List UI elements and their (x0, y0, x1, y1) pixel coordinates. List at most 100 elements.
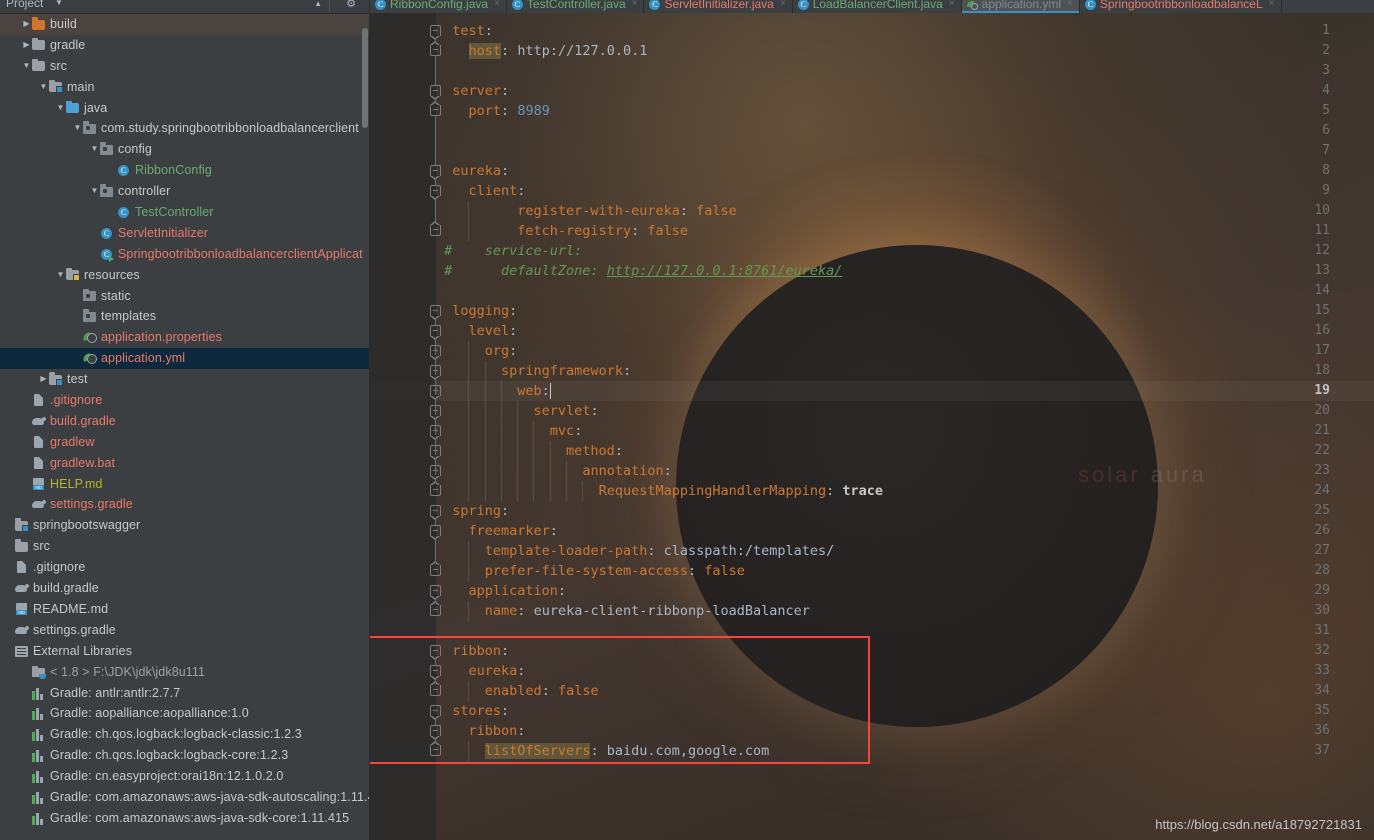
code-line[interactable]: test: (436, 21, 493, 41)
code-line[interactable]: spring: (436, 501, 509, 521)
editor-tab[interactable]: C SpringbootribbonloadbalanceL × (1080, 0, 1282, 13)
code-line[interactable]: springframework: (436, 361, 631, 381)
chevron-right-icon[interactable]: ▶ (21, 14, 32, 35)
chevron-down-icon[interactable]: ▼ (72, 118, 83, 139)
code-line[interactable]: method: (436, 441, 623, 461)
tree-item[interactable]: C TestController (0, 202, 370, 223)
tree-item[interactable]: Gradle: cn.easyproject:orai18n:12.1.0.2.… (0, 766, 370, 787)
editor-tab[interactable]: C ServletInitializer.java × (644, 0, 793, 13)
code-line[interactable]: level: (436, 321, 518, 341)
code-text[interactable]: test: host: http://127.0.0.1 server: por… (436, 13, 1374, 840)
chevron-down-icon[interactable]: ▼ (21, 56, 32, 77)
close-icon[interactable]: × (1269, 0, 1275, 9)
tree-item[interactable]: C ServletInitializer (0, 223, 370, 244)
tree-item[interactable]: src (0, 536, 370, 557)
tree-item[interactable]: Gradle: com.amazonaws:aws-java-sdk-core:… (0, 808, 370, 829)
editor-tab[interactable]: C LoadBalancerClient.java × (793, 0, 962, 13)
tree-item[interactable]: ▶ gradle (0, 35, 370, 56)
tree-item[interactable]: build.gradle (0, 578, 370, 599)
tree-item[interactable]: ▼ src (0, 56, 370, 77)
tree-item[interactable]: gradlew (0, 432, 370, 453)
code-line[interactable]: client: (436, 181, 526, 201)
project-tree[interactable]: ▶ build ▶ gradle ▼ src ▼ main ▼ java ▼ com.study.sp… (0, 14, 370, 840)
code-line[interactable]: ribbon: (436, 641, 509, 661)
chevron-down-icon[interactable]: ▼ (55, 0, 63, 7)
code-line[interactable]: name: eureka-client-ribbonp-loadBalancer (436, 601, 810, 621)
project-panel-scrollbar[interactable] (362, 28, 368, 128)
gear-icon[interactable]: ⚙ (346, 0, 356, 10)
tree-item[interactable]: .gitignore (0, 557, 370, 578)
close-icon[interactable]: × (494, 0, 500, 9)
tree-item[interactable]: build.gradle (0, 411, 370, 432)
code-line[interactable]: org: (436, 341, 518, 361)
tree-item[interactable]: Gradle: com.amazonaws:aws-java-sdk-autos… (0, 787, 370, 808)
tree-item[interactable]: ▶ test (0, 369, 370, 390)
tree-item[interactable]: Gradle: ch.qos.logback:logback-classic:1… (0, 724, 370, 745)
code-line[interactable]: annotation: (436, 461, 671, 481)
tree-item-selected[interactable]: application.yml (0, 348, 370, 370)
code-line[interactable]: ribbon: (436, 721, 526, 741)
tree-item[interactable]: C RibbonConfig (0, 160, 370, 181)
chevron-right-icon[interactable]: ▶ (21, 35, 32, 56)
tree-item[interactable]: settings.gradle (0, 494, 370, 515)
code-line[interactable]: server: (436, 81, 509, 101)
tree-item[interactable]: < 1.8 > F:\JDK\jdk\jdk8u111 (0, 662, 370, 683)
tree-item[interactable]: ▶ build (0, 14, 370, 35)
tree-item[interactable]: ▼ main (0, 77, 370, 98)
code-line[interactable]: eureka: (436, 661, 526, 681)
editor-tab[interactable]: C TestController.java × (507, 0, 645, 13)
collapse-all-icon[interactable]: ▲ (314, 0, 322, 8)
tree-item[interactable]: MD README.md (0, 599, 370, 620)
chevron-down-icon[interactable]: ▼ (38, 77, 49, 98)
code-line[interactable]: port: 8989 (436, 101, 550, 121)
editor-gutter[interactable] (370, 13, 436, 840)
code-editor[interactable]: 1 2 3 4 5 6 7 8 9 10 11 12 13 14 15 16 17 18 19 20 21 22 23 24 2… (370, 13, 1374, 840)
code-line[interactable]: logging: (436, 301, 517, 321)
code-line[interactable]: # defaultZone: http://127.0.0.1:8761/eur… (436, 261, 842, 281)
code-line[interactable]: web: (436, 381, 550, 401)
chevron-right-icon[interactable]: ▶ (38, 369, 49, 390)
tree-item[interactable]: C SpringbootribbonloadbalancerclientAppli… (0, 244, 370, 265)
tree-item[interactable]: ▼ java (0, 98, 370, 119)
editor-tab-bar[interactable]: C RibbonConfig.java × C TestController.java ×… (370, 0, 1374, 13)
close-icon[interactable]: × (949, 0, 955, 9)
code-line[interactable]: prefer-file-system-access: false (436, 561, 745, 581)
close-icon[interactable]: × (780, 0, 786, 9)
chevron-down-icon[interactable]: ▼ (55, 98, 66, 119)
chevron-down-icon[interactable]: ▼ (89, 139, 100, 160)
tree-item[interactable]: ▼ com.study.springbootribbonloadbalancerc… (0, 118, 370, 139)
tree-item[interactable]: ▼ config (0, 139, 370, 160)
tree-item[interactable]: ▼ controller (0, 181, 370, 202)
tree-item[interactable]: .gitignore (0, 390, 370, 411)
code-line[interactable]: register-with-eureka: false (436, 201, 736, 221)
code-line[interactable]: # service-url: (436, 241, 582, 261)
tree-item[interactable]: MD HELP.md (0, 474, 370, 495)
code-line[interactable]: host: http://127.0.0.1 (436, 41, 647, 61)
tree-item[interactable]: application.properties (0, 327, 370, 348)
code-line[interactable]: template-loader-path: classpath:/templat… (436, 541, 835, 561)
editor-tab[interactable]: application.yml × (961, 0, 1080, 13)
tree-item[interactable]: Gradle: antlr:antlr:2.7.7 (0, 683, 370, 704)
code-line[interactable]: eureka: (436, 161, 509, 181)
tree-item[interactable]: templates (0, 306, 370, 327)
tree-item[interactable]: ▼ resources (0, 265, 370, 286)
tree-item[interactable]: Gradle: ch.qos.logback:logback-core:1.2.… (0, 745, 370, 766)
chevron-down-icon[interactable]: ▼ (55, 265, 66, 286)
close-icon[interactable]: × (632, 0, 638, 9)
code-line[interactable]: fetch-registry: false (436, 221, 688, 241)
code-line[interactable]: application: (436, 581, 567, 601)
tree-item[interactable]: gradlew.bat (0, 453, 370, 474)
code-line[interactable]: enabled: false (436, 681, 599, 701)
tree-item[interactable]: Gradle: aopalliance:aopalliance:1.0 (0, 703, 370, 724)
tree-item[interactable]: External Libraries (0, 641, 370, 662)
editor-tab[interactable]: C RibbonConfig.java × (370, 0, 507, 13)
tree-item[interactable]: static (0, 286, 370, 307)
code-line[interactable]: mvc: (436, 421, 583, 441)
tree-item[interactable]: settings.gradle (0, 620, 370, 641)
code-line[interactable]: RequestMappingHandlerMapping: trace (436, 481, 884, 501)
tree-item[interactable]: springbootswagger (0, 515, 370, 536)
code-line[interactable]: stores: (436, 701, 509, 721)
close-icon[interactable]: × (1067, 0, 1073, 9)
code-line[interactable]: listOfServers: baidu.com,google.com (436, 741, 769, 761)
chevron-down-icon[interactable]: ▼ (89, 181, 100, 202)
